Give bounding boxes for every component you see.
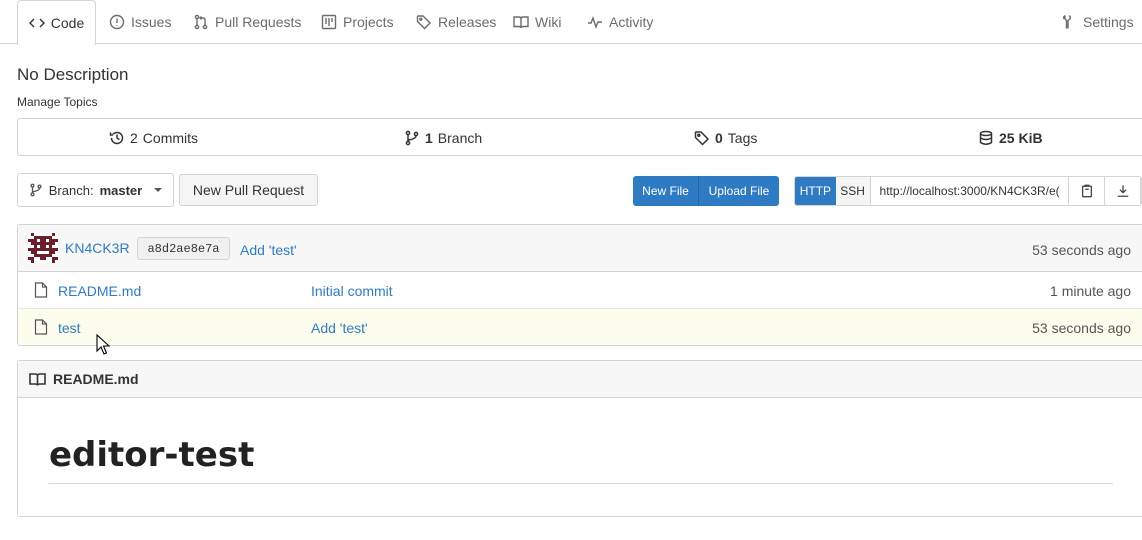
book-icon (513, 16, 529, 29)
upload-file-button[interactable]: Upload File (699, 176, 779, 206)
table-row: test Add 'test' 53 seconds ago (18, 309, 1142, 345)
readme-filename: README.md (53, 371, 139, 387)
repo-tabs: Code Issues Pull Requests Projects Relea… (0, 0, 1142, 45)
branch-label: Branch (437, 130, 483, 146)
commit-message-link[interactable]: Add 'test' (240, 242, 297, 258)
caret-down-icon (154, 188, 163, 192)
tags-label: Tags (727, 130, 758, 146)
manage-topics-link[interactable]: Manage Topics (17, 95, 98, 109)
tab-wiki[interactable]: Wiki (513, 0, 561, 44)
repo-size: 25 KiB (999, 130, 1043, 146)
new-file-button[interactable]: New File (633, 176, 699, 206)
readme-heading: editor-test (49, 435, 255, 475)
projects-icon (321, 14, 337, 30)
tab-releases-label: Releases (438, 14, 497, 30)
divider (49, 483, 1113, 484)
file-actions-group: New File Upload File (633, 176, 779, 206)
code-icon (28, 18, 45, 28)
file-icon (34, 282, 48, 298)
tab-issues-label: Issues (131, 14, 172, 30)
clipboard-icon (1081, 184, 1092, 198)
pulse-icon (588, 15, 602, 30)
tags-count: 0 (715, 130, 723, 146)
tab-settings-label: Settings (1083, 14, 1134, 30)
file-time: 1 minute ago (1050, 283, 1131, 299)
new-pull-request-button[interactable]: New Pull Request (179, 174, 318, 206)
tab-activity-label: Activity (609, 14, 654, 30)
tag-icon (694, 131, 710, 146)
avatar[interactable] (28, 233, 58, 263)
tab-issues[interactable]: Issues (109, 0, 171, 44)
tab-releases[interactable]: Releases (416, 0, 496, 44)
readme-header: README.md (18, 361, 1142, 398)
readme-panel: README.md editor-test (17, 360, 1142, 517)
file-icon (34, 319, 48, 335)
mouse-cursor-icon (96, 334, 110, 355)
branch-icon (405, 130, 419, 146)
download-icon (1117, 185, 1128, 197)
download-button[interactable] (1105, 177, 1141, 205)
copy-url-button[interactable] (1069, 177, 1106, 205)
tags-stat[interactable]: 0 Tags (694, 119, 757, 157)
file-table: KN4CK3R a8d2ae8e7a Add 'test' 53 seconds… (17, 224, 1142, 346)
table-row: README.md Initial commit 1 minute ago (18, 272, 1142, 309)
commits-stat[interactable]: 2 Commits (109, 119, 198, 157)
repo-stats-bar: 2 Commits 1 Branch 0 Tags 25 KiB (17, 118, 1142, 156)
tab-activity[interactable]: Activity (587, 0, 653, 44)
commit-author-link[interactable]: KN4CK3R (65, 240, 130, 256)
database-icon (979, 130, 993, 145)
tab-wiki-label: Wiki (535, 14, 562, 30)
file-time: 53 seconds ago (1032, 320, 1131, 336)
commit-sha-badge[interactable]: a8d2ae8e7a (137, 237, 230, 260)
file-name-link[interactable]: README.md (58, 283, 141, 299)
clone-panel: HTTP SSH http://localhost:3000/KN4CK3R/e… (794, 176, 1142, 206)
file-name-link[interactable]: test (58, 320, 81, 336)
history-icon (109, 131, 124, 145)
tab-code[interactable]: Code (17, 0, 96, 45)
tag-icon (416, 15, 431, 30)
branch-stat[interactable]: 1 Branch (404, 119, 482, 157)
http-button[interactable]: HTTP (795, 177, 836, 205)
latest-commit-row: KN4CK3R a8d2ae8e7a Add 'test' 53 seconds… (18, 225, 1142, 272)
tab-pull-requests[interactable]: Pull Requests (193, 0, 301, 44)
tab-projects-label: Projects (343, 14, 394, 30)
branch-prefix: Branch: (48, 182, 94, 198)
pull-request-icon (194, 14, 208, 30)
ssh-button[interactable]: SSH (835, 177, 871, 205)
tools-icon (1062, 14, 1072, 29)
repo-description: No Description (17, 65, 129, 84)
file-commit-message-link[interactable]: Initial commit (311, 283, 393, 299)
branch-icon (30, 183, 42, 197)
tab-settings[interactable]: Settings (1061, 0, 1134, 44)
file-commit-message-link[interactable]: Add 'test' (311, 320, 368, 336)
branch-dropdown[interactable]: Branch: master (17, 173, 174, 207)
commit-time: 53 seconds ago (1032, 242, 1131, 258)
branch-count: 1 (425, 130, 433, 146)
tab-pull-requests-label: Pull Requests (215, 14, 302, 30)
tab-projects[interactable]: Projects (321, 0, 394, 44)
tab-code-label: Code (50, 15, 85, 31)
commits-count: 2 (130, 130, 138, 146)
branch-name: master (99, 182, 143, 198)
size-stat: 25 KiB (978, 119, 1043, 157)
book-icon (29, 372, 46, 386)
issues-icon (109, 14, 125, 30)
clone-url-input[interactable]: http://localhost:3000/KN4CK3R/e( (871, 177, 1070, 205)
commits-label: Commits (142, 130, 199, 146)
